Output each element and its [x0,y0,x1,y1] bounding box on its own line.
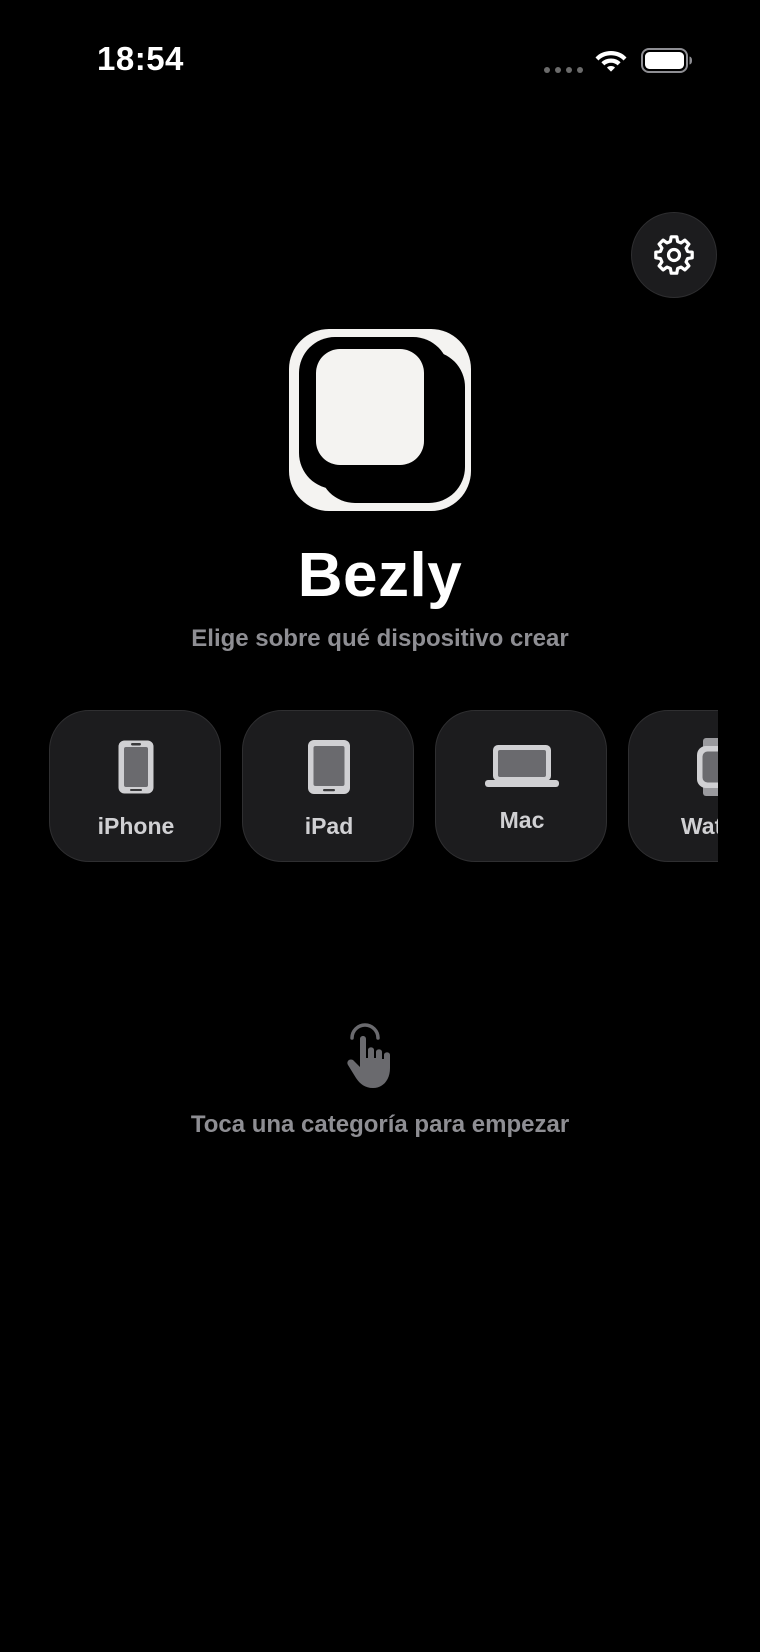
hand-tap-icon [347,1023,390,1088]
bezly-logo-icon [289,329,471,511]
category-watch-button[interactable]: Watch [628,710,718,862]
watch-icon [697,738,718,796]
app-subtitle: Elige sobre qué dispositivo crear [191,625,569,652]
battery-icon [641,48,692,73]
wifi-icon [595,51,627,72]
laptop-icon [485,745,559,787]
gear-icon [654,235,694,275]
app-title: Bezly [297,541,463,610]
status-bar: 18:54 [0,0,760,120]
cellular-signal-icon [544,67,583,73]
status-time: 18:54 [97,40,184,77]
category-iphone-button[interactable]: iPhone [49,710,221,862]
category-label: Watch [680,813,718,839]
iphone-icon [118,740,154,794]
category-ipad-button[interactable]: iPad [242,710,414,862]
empty-state-message: Toca una categoría para empezar [190,1111,570,1138]
category-label: Mac [499,807,545,833]
category-carousel[interactable]: iPhone iPad Mac Wa [49,710,718,862]
category-mac-button[interactable]: Mac [435,710,607,862]
settings-button[interactable] [631,212,717,298]
ipad-icon [308,740,350,794]
category-label: iPhone [97,813,175,839]
category-label: iPad [304,813,354,839]
